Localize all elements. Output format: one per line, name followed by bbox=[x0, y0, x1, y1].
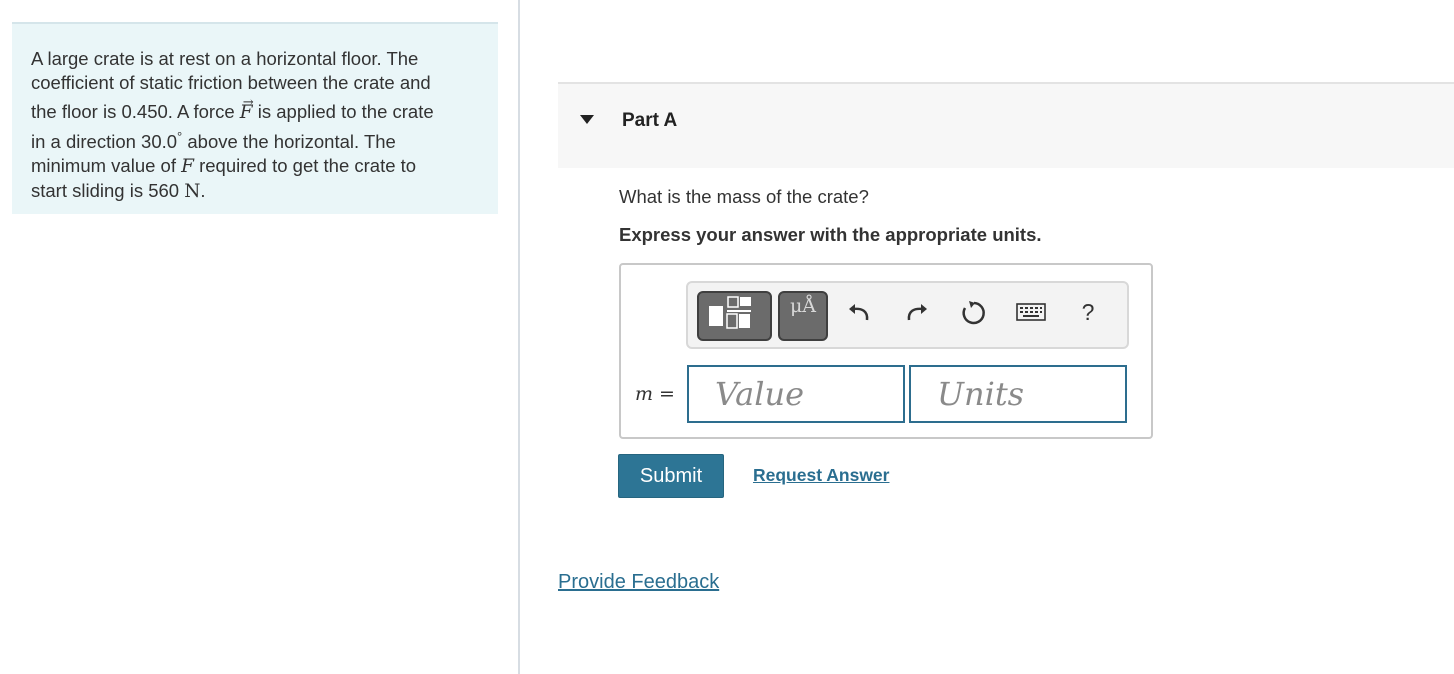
caret-down-icon[interactable] bbox=[580, 115, 594, 124]
problem-line: minimum value of F required to get the c… bbox=[31, 155, 417, 178]
vector-arrow-icon: → bbox=[242, 95, 254, 110]
math-toolbar: μÅ ? bbox=[686, 281, 1129, 349]
undo-icon bbox=[849, 304, 869, 321]
problem-line: A large crate is at rest on a horizontal… bbox=[31, 48, 419, 69]
part-title: Part A bbox=[622, 110, 678, 131]
reset-button[interactable] bbox=[960, 295, 988, 329]
value-input[interactable] bbox=[687, 365, 905, 423]
answer-panel: μÅ ? m = bbox=[619, 263, 1153, 439]
instruction-text: Express your answer with the appropriate… bbox=[619, 224, 1042, 245]
problem-statement: A large crate is at rest on a horizontal… bbox=[12, 22, 498, 214]
part-header[interactable]: Part A bbox=[558, 82, 1454, 168]
provide-feedback-link[interactable]: Provide Feedback bbox=[558, 571, 719, 594]
problem-line: coefficient of static friction between t… bbox=[31, 72, 431, 93]
help-icon: ? bbox=[1081, 299, 1095, 325]
submit-button[interactable]: Submit bbox=[618, 454, 724, 498]
redo-button[interactable] bbox=[902, 295, 930, 329]
undo-button[interactable] bbox=[846, 295, 874, 329]
units-input[interactable] bbox=[909, 365, 1127, 423]
panel-divider bbox=[518, 0, 520, 674]
variable-label: m = bbox=[635, 383, 675, 405]
keyboard-button[interactable] bbox=[1015, 295, 1047, 329]
question-text: What is the mass of the crate? bbox=[619, 186, 869, 207]
templates-button[interactable] bbox=[697, 291, 772, 341]
problem-line: in a direction 30.0° above the horizonta… bbox=[31, 129, 396, 153]
problem-line: start sliding is 560 N. bbox=[31, 180, 206, 203]
help-button[interactable]: ? bbox=[1074, 295, 1102, 329]
symbols-icon: μÅ bbox=[789, 295, 817, 317]
force-vector: → F bbox=[240, 95, 254, 125]
symbols-button[interactable]: μÅ bbox=[778, 291, 828, 341]
reset-icon bbox=[962, 301, 985, 325]
request-answer-link[interactable]: Request Answer bbox=[753, 465, 889, 486]
problem-line: the floor is 0.450. A force → F is applie… bbox=[31, 95, 479, 125]
templates-icon bbox=[709, 296, 751, 329]
keyboard-icon bbox=[1016, 303, 1046, 321]
redo-icon bbox=[907, 304, 927, 321]
